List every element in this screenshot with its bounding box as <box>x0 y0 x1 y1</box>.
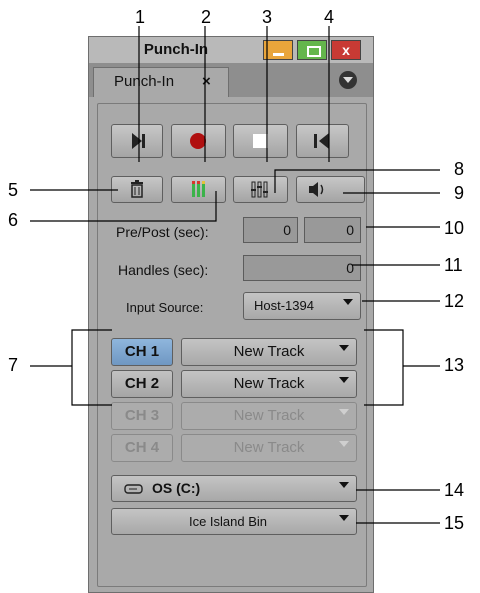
play-to-mark-icon <box>132 133 145 149</box>
record-icon <box>190 133 206 149</box>
mixer-button[interactable] <box>233 176 288 203</box>
punch-in-panel: Pre/Post (sec): 0 0 Handles (sec): 0 Inp… <box>97 103 367 587</box>
maximize-button[interactable] <box>297 40 327 60</box>
window-title: Punch-In <box>143 41 209 58</box>
go-to-in-icon <box>314 133 329 149</box>
go-to-in-button[interactable] <box>296 124 349 158</box>
prepost-label: Pre/Post (sec): <box>116 224 209 240</box>
tab-close-icon[interactable]: × <box>202 68 211 96</box>
target-bin-dropdown[interactable]: Ice Island Bin <box>111 508 357 535</box>
callout-10: 10 <box>444 218 465 238</box>
minimize-button[interactable] <box>263 40 293 60</box>
callout-15: 15 <box>444 513 465 533</box>
speaker-button[interactable] <box>296 176 365 203</box>
chevron-down-icon <box>339 409 349 415</box>
callout-13: 13 <box>444 355 465 375</box>
channel-4-track-label: New Track <box>233 439 305 456</box>
channel-3-track-label: New Track <box>233 407 305 424</box>
channel-3-button[interactable]: CH 3 <box>111 402 173 430</box>
channel-2-button[interactable]: CH 2 <box>111 370 173 398</box>
callout-7: 7 <box>8 355 19 375</box>
pre-roll-field[interactable]: 0 <box>243 217 298 243</box>
post-roll-field[interactable]: 0 <box>304 217 361 243</box>
play-to-mark-button[interactable] <box>111 124 163 158</box>
channel-4-track-dropdown[interactable]: New Track <box>181 434 357 462</box>
callout-14: 14 <box>444 480 465 500</box>
speaker-icon <box>309 182 324 197</box>
mixer-icon <box>251 181 268 198</box>
punch-in-window: Punch-In x Punch-In × Pre/Post (sec): 0 … <box>88 36 374 593</box>
channel-1-track-label: New Track <box>233 343 305 360</box>
channel-4-button[interactable]: CH 4 <box>111 434 173 462</box>
callout-9: 9 <box>454 183 465 203</box>
handles-label: Handles (sec): <box>118 262 209 278</box>
audio-meters-button[interactable] <box>171 176 226 203</box>
stop-icon <box>253 134 268 148</box>
chevron-down-icon <box>339 377 349 383</box>
callout-5: 5 <box>8 180 19 200</box>
target-bin-label: Ice Island Bin <box>188 514 268 529</box>
tab-punch-in[interactable]: Punch-In × <box>93 67 229 97</box>
stop-button[interactable] <box>233 124 288 158</box>
channel-1-button[interactable]: CH 1 <box>111 338 173 366</box>
target-drive-label: OS (C:) <box>152 480 201 496</box>
callout-4: 4 <box>324 7 335 27</box>
callout-2: 2 <box>201 7 212 27</box>
chevron-down-icon <box>339 515 349 521</box>
callout-3: 3 <box>262 7 273 27</box>
record-button[interactable] <box>171 124 226 158</box>
callout-6: 6 <box>8 210 19 230</box>
callout-12: 12 <box>444 291 465 311</box>
target-drive-dropdown[interactable]: OS (C:) <box>111 475 357 502</box>
input-source-dropdown[interactable]: Host-1394 <box>243 292 361 320</box>
chevron-down-icon <box>339 482 349 488</box>
input-source-value: Host-1394 <box>254 298 314 313</box>
input-source-label: Input Source: <box>126 300 204 315</box>
channel-3-track-dropdown[interactable]: New Track <box>181 402 357 430</box>
delete-button[interactable] <box>111 176 163 203</box>
title-bar[interactable]: Punch-In x <box>89 37 373 63</box>
close-button[interactable]: x <box>331 40 361 60</box>
callout-8: 8 <box>454 159 465 179</box>
chevron-down-icon <box>339 441 349 447</box>
callout-1: 1 <box>135 7 146 27</box>
tab-menu-icon[interactable] <box>339 71 357 89</box>
audio-meters-icon <box>192 181 205 197</box>
trash-icon <box>131 180 143 198</box>
tab-label: Punch-In <box>114 73 175 90</box>
channel-2-track-dropdown[interactable]: New Track <box>181 370 357 398</box>
chevron-down-icon <box>343 299 353 305</box>
channel-2-track-label: New Track <box>233 375 305 392</box>
callout-11: 11 <box>444 255 463 275</box>
chevron-down-icon <box>339 345 349 351</box>
channel-1-track-dropdown[interactable]: New Track <box>181 338 357 366</box>
drive-icon <box>124 484 143 494</box>
handles-field[interactable]: 0 <box>243 255 361 281</box>
close-icon: x <box>342 42 350 58</box>
tab-bar: Punch-In × <box>89 63 373 97</box>
